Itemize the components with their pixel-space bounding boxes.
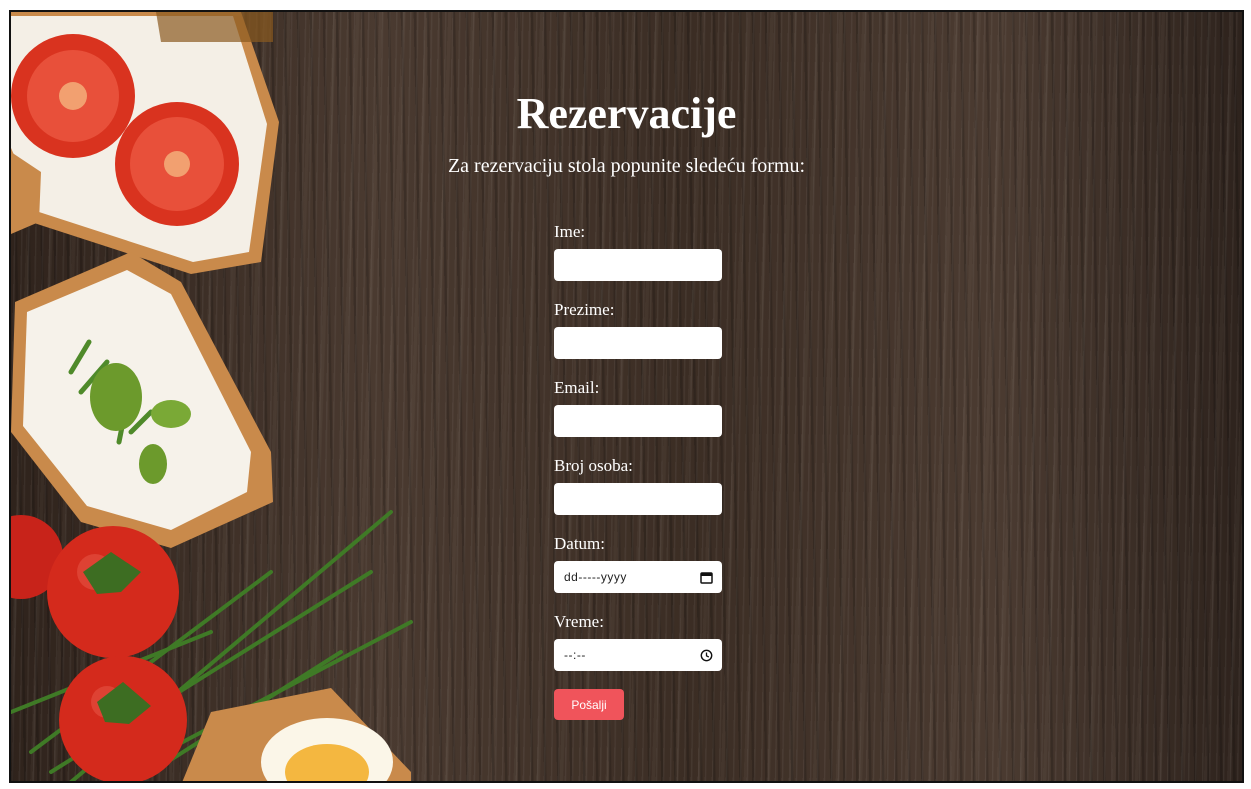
page-frame: Rezervacije Za rezervaciju stola popunit… [9,10,1244,783]
email-label: Email: [554,378,600,397]
date-input[interactable]: dd-----yyyy [554,561,722,593]
reservation-form: Ime: Prezime: Email: Broj osoba: Datum: … [554,222,724,720]
toast-with-cheese [11,252,273,548]
page-subtitle: Za rezervaciju stola popunite sledeću fo… [447,155,806,177]
calendar-icon[interactable] [700,561,713,593]
time-input[interactable]: --:-- [554,639,722,671]
date-label: Datum: [554,534,605,553]
last-name-label: Prezime: [554,300,615,319]
guest-count-input[interactable] [554,483,722,515]
time-label: Vreme: [554,612,604,631]
first-name-label: Ime: [554,222,586,241]
toast-with-tomatoes [11,12,279,274]
first-name-input[interactable] [554,249,722,281]
clock-icon[interactable] [700,639,713,671]
email-input[interactable] [554,405,722,437]
whole-tomatoes [11,515,187,781]
guest-count-label: Broj osoba: [554,456,633,475]
last-name-input[interactable] [554,327,722,359]
submit-button[interactable]: Pošalji [554,689,624,720]
time-placeholder: --:-- [564,648,586,662]
date-placeholder: dd-----yyyy [564,570,627,584]
toast-with-egg [182,688,411,781]
page-title: Rezervacije [516,89,737,138]
